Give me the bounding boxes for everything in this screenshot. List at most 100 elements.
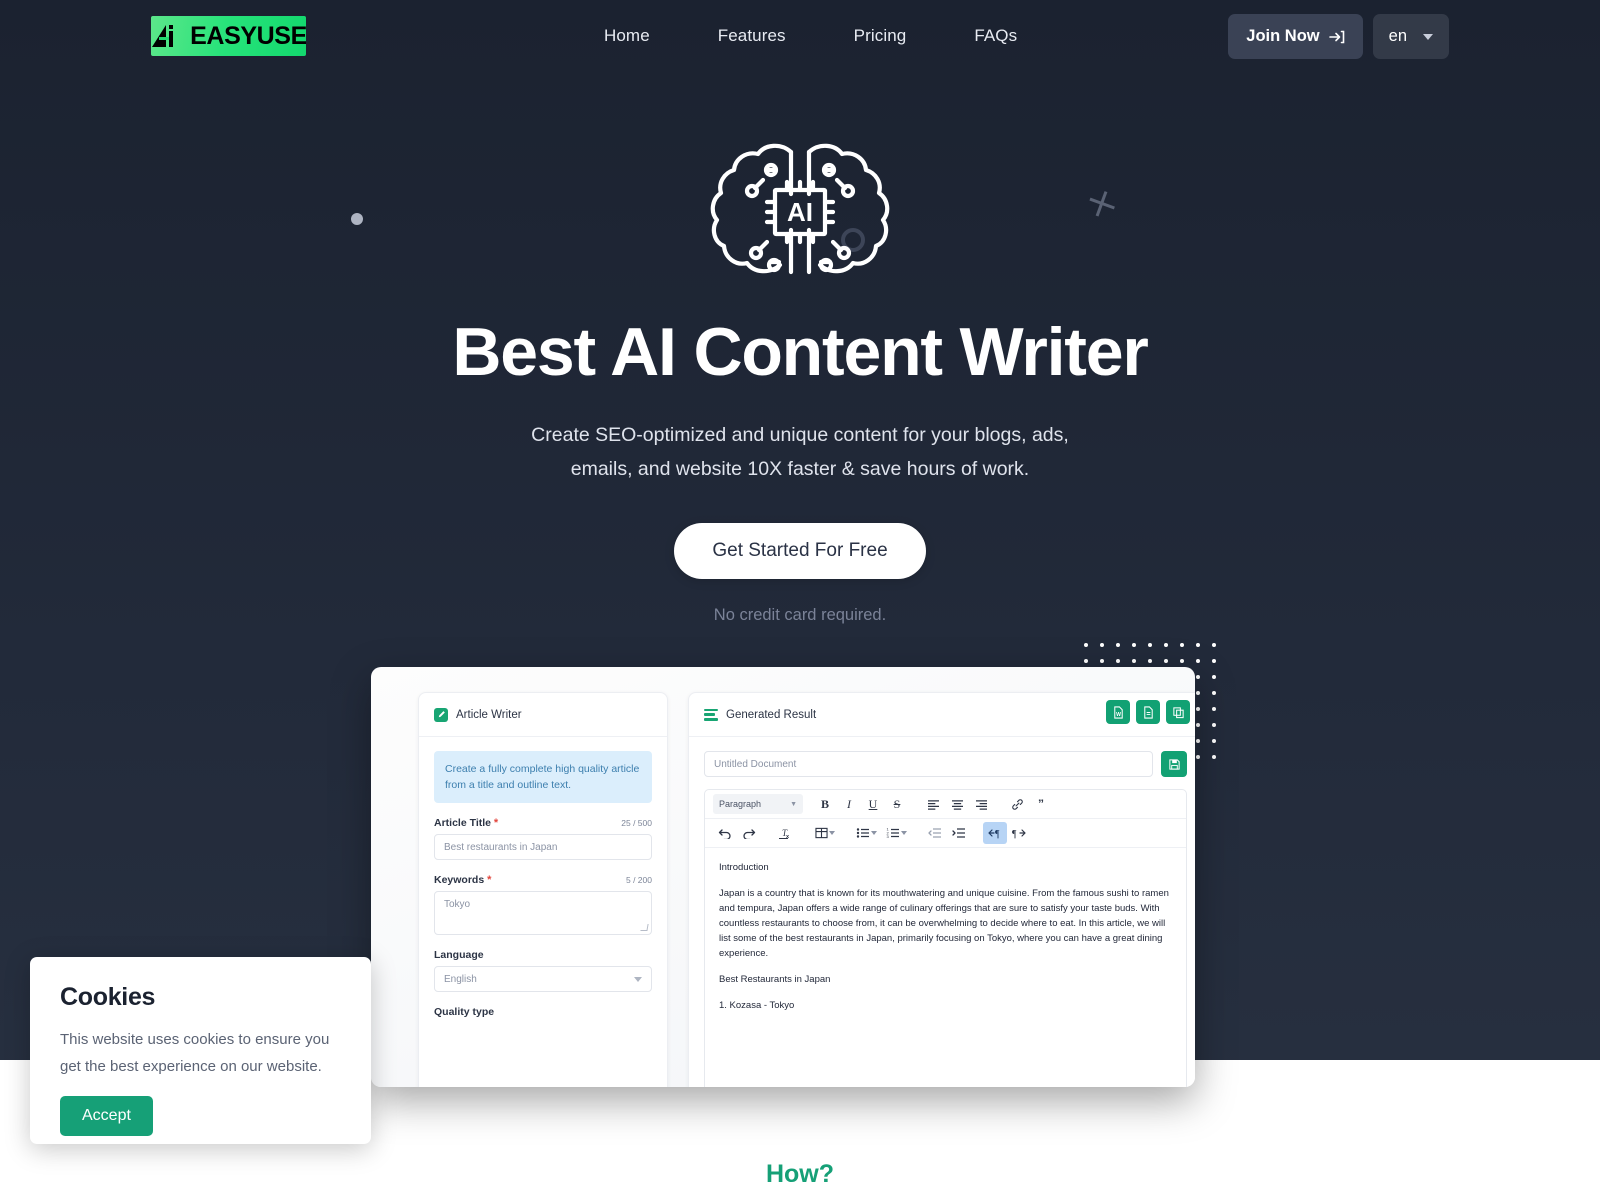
align-center-button[interactable] xyxy=(945,793,969,815)
decorative-plus xyxy=(1085,187,1118,220)
align-right-button[interactable] xyxy=(969,793,993,815)
paragraph-style-value: Paragraph xyxy=(719,799,762,809)
language-selector[interactable]: en xyxy=(1372,14,1449,59)
decorative-dot xyxy=(351,213,363,225)
logo-ai-mark xyxy=(152,25,174,47)
generated-result-panel: Generated Result W Untitled Document Par… xyxy=(688,692,1195,1087)
hero-subtitle-line-1: Create SEO-optimized and unique content … xyxy=(531,424,1069,446)
generated-result-title: Generated Result xyxy=(726,708,817,721)
save-icon[interactable] xyxy=(1161,751,1187,777)
site-header: EASYUSE Home Features Pricing FAQs Join … xyxy=(0,0,1600,72)
ai-brain-chip-icon: AI xyxy=(705,122,895,302)
doc-heading-best-restaurants: Best Restaurants in Japan xyxy=(719,974,831,985)
required-marker: * xyxy=(487,874,492,886)
hero-subtitle-line-2: emails, and website 10X faster & save ho… xyxy=(570,458,1030,480)
rich-text-editor: Paragraph ▼ B I U S ” T x 1 2 3 ¶ ¶ Intr… xyxy=(704,789,1187,1087)
bold-button[interactable]: B xyxy=(813,793,837,815)
keywords-value: Tokyo xyxy=(444,899,471,910)
blockquote-button[interactable]: ” xyxy=(1029,793,1053,815)
article-title-counter: 25 / 500 xyxy=(621,818,652,828)
language-label: Language xyxy=(434,949,484,961)
main-navigation: Home Features Pricing FAQs xyxy=(570,0,1051,72)
export-doc-icon[interactable] xyxy=(1136,700,1160,724)
logo-wordmark: EASYUSE xyxy=(190,21,306,50)
article-writer-title: Article Writer xyxy=(456,708,522,721)
nav-item-faqs[interactable]: FAQs xyxy=(940,16,1051,56)
bullet-list-chevron-icon[interactable] xyxy=(871,831,877,835)
language-select[interactable]: English xyxy=(434,966,652,992)
nav-item-pricing[interactable]: Pricing xyxy=(820,16,941,56)
export-word-icon[interactable]: W xyxy=(1106,700,1130,724)
article-title-label-row: Article Title * 25 / 500 xyxy=(434,817,652,829)
keywords-counter: 5 / 200 xyxy=(626,875,652,885)
header-actions: Join Now en xyxy=(1228,14,1449,59)
strikethrough-button[interactable]: S xyxy=(885,793,909,815)
svg-text:x: x xyxy=(786,834,790,840)
language-select-value: English xyxy=(444,973,477,985)
cookie-banner: Cookies This website uses cookies to ens… xyxy=(30,957,371,1144)
nav-item-home[interactable]: Home xyxy=(570,16,684,56)
numbered-list-chevron-icon[interactable] xyxy=(901,831,907,835)
editor-toolbar-row-2: Tx 123 ¶ ¶ xyxy=(705,819,1186,848)
underline-button[interactable]: U xyxy=(861,793,885,815)
hero-subtitle: Create SEO-optimized and unique content … xyxy=(0,418,1600,486)
quality-type-label-row: Quality type xyxy=(434,1006,652,1018)
outdent-button[interactable] xyxy=(923,822,947,844)
doc-paragraph-1: Japan is a country that is known for its… xyxy=(719,888,1169,959)
keywords-label-row: Keywords * 5 / 200 xyxy=(434,874,652,886)
clear-format-button[interactable]: Tx xyxy=(773,822,797,844)
join-now-label: Join Now xyxy=(1246,27,1320,45)
get-started-button[interactable]: Get Started For Free xyxy=(674,523,926,579)
export-actions: W xyxy=(1106,700,1190,724)
page-title: Best AI Content Writer xyxy=(452,314,1148,390)
chip-ai-label: AI xyxy=(787,197,813,227)
language-value: en xyxy=(1388,27,1407,45)
generated-result-header: Generated Result W xyxy=(689,693,1195,737)
nav-item-features[interactable]: Features xyxy=(684,16,820,56)
paragraph-style-select[interactable]: Paragraph ▼ xyxy=(713,794,803,814)
keywords-label: Keywords * xyxy=(434,874,492,886)
ltr-button[interactable]: ¶ xyxy=(1007,822,1031,844)
align-left-button[interactable] xyxy=(921,793,945,815)
quality-type-label: Quality type xyxy=(434,1006,495,1018)
language-label-row: Language xyxy=(434,949,652,961)
table-chevron-icon[interactable] xyxy=(829,831,835,835)
article-writer-header: Article Writer xyxy=(419,693,667,737)
document-name-row: Untitled Document xyxy=(689,737,1195,777)
svg-text:¶: ¶ xyxy=(1012,829,1017,839)
undo-button[interactable] xyxy=(713,822,737,844)
keywords-textarea[interactable]: Tokyo xyxy=(434,891,652,935)
product-screenshot: Article Writer Create a fully complete h… xyxy=(371,667,1195,1087)
pencil-square-icon xyxy=(434,707,448,722)
redo-button[interactable] xyxy=(737,822,761,844)
article-title-label: Article Title * xyxy=(434,817,499,829)
cookie-title: Cookies xyxy=(60,983,156,1011)
resize-grip-icon[interactable] xyxy=(640,924,649,931)
article-writer-info: Create a fully complete high quality art… xyxy=(434,751,652,803)
chevron-down-icon xyxy=(1423,33,1433,40)
indent-button[interactable] xyxy=(947,822,971,844)
login-arrow-icon xyxy=(1328,30,1344,43)
cookie-accept-button[interactable]: Accept xyxy=(60,1096,153,1136)
doc-heading-introduction: Introduction xyxy=(719,862,769,873)
copy-icon[interactable] xyxy=(1166,700,1190,724)
join-now-button[interactable]: Join Now xyxy=(1228,14,1363,59)
cta-container: Get Started For Free xyxy=(0,523,1600,579)
italic-button[interactable]: I xyxy=(837,793,861,815)
document-name-input[interactable]: Untitled Document xyxy=(704,751,1153,777)
cookie-body: This website uses cookies to ensure you … xyxy=(60,1031,330,1075)
landing-page: EASYUSE Home Features Pricing FAQs Join … xyxy=(0,0,1600,1200)
article-writer-panel: Article Writer Create a fully complete h… xyxy=(418,692,668,1087)
editor-toolbar-row-1: Paragraph ▼ B I U S ” xyxy=(705,790,1186,819)
link-button[interactable] xyxy=(1005,793,1029,815)
lines-icon xyxy=(704,708,718,721)
svg-text:W: W xyxy=(1116,711,1121,717)
article-title-input[interactable]: Best restaurants in Japan xyxy=(434,834,652,860)
generated-document-content[interactable]: Introduction Japan is a country that is … xyxy=(705,848,1186,1036)
required-marker: * xyxy=(493,817,499,829)
ai-easyuse-logo[interactable]: EASYUSE xyxy=(151,16,306,56)
how-section-title: How? xyxy=(765,1160,835,1188)
doc-list-item-1: 1. Kozasa - Tokyo xyxy=(719,1000,795,1011)
article-writer-body: Create a fully complete high quality art… xyxy=(419,737,667,1018)
rtl-button[interactable]: ¶ xyxy=(983,822,1007,844)
